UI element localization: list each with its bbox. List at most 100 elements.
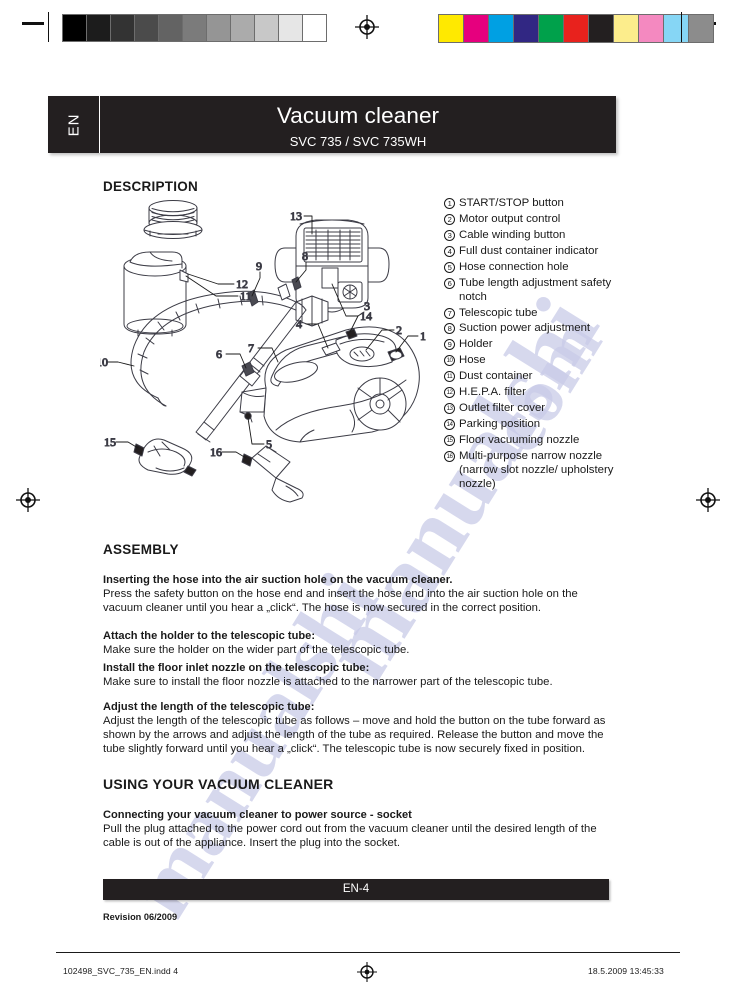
- revision-label: Revision 06/2009: [103, 912, 178, 922]
- vacuum-body-main: [239, 326, 420, 443]
- calibration-swatch: [206, 14, 231, 42]
- part-label-14: Parking position: [459, 418, 541, 431]
- part-number-8: 8: [444, 323, 455, 335]
- part-item-16: 16 Multi-purpose narrow nozzle (narrow sl…: [444, 450, 624, 491]
- callout-5: 5: [266, 437, 272, 451]
- calibration-swatch: [588, 14, 614, 43]
- part-item-15: 15 Floor vacuuming nozzle: [444, 434, 624, 448]
- calibration-swatch: [254, 14, 279, 42]
- calibration-swatch: [513, 14, 539, 43]
- callout-2: 2: [396, 323, 402, 337]
- part-number-10: 10: [444, 355, 455, 367]
- assembly-body-3: Adjust the length of the telescopic tube…: [103, 715, 606, 756]
- part-label-3: Cable winding button: [459, 228, 566, 241]
- parts-legend-list: 1 START/STOP button 2 Motor output control 3…: [444, 197, 624, 494]
- part-label-12: H.E.P.A. filter: [459, 386, 526, 399]
- assembly-body-2: Make sure to install the floor nozzle is…: [103, 676, 553, 689]
- part-item-3: 3 Cable winding button: [444, 229, 624, 243]
- part-number-badge: 1: [444, 197, 459, 211]
- part-number-badge: 3: [444, 229, 459, 243]
- calibration-swatch: [278, 14, 303, 42]
- calibration-tick-right: [681, 12, 682, 42]
- floor-nozzle-part: [133, 438, 197, 477]
- assembly-body-1: Make sure the holder on the wider part o…: [103, 644, 410, 657]
- part-number-13: 13: [444, 403, 455, 415]
- part-number-badge: 15: [444, 434, 459, 448]
- dust-container-part: [123, 251, 189, 337]
- assembly-lead-3: Adjust the length of the telescopic tube…: [103, 701, 315, 713]
- page-subtitle: SVC 735 / SVC 735WH: [289, 133, 427, 149]
- part-number-badge: 6: [444, 277, 459, 291]
- part-item-6: 6 Tube length adjustment safety notch: [444, 277, 624, 304]
- registration-mark-left-middle: [16, 488, 40, 512]
- assembly-block-3: Adjust the length of the telescopic tube…: [103, 700, 609, 756]
- part-label-7: Telescopic tube: [459, 306, 538, 319]
- calibration-swatch: [438, 14, 464, 43]
- part-number-9: 9: [444, 339, 455, 351]
- calibration-swatch: [613, 14, 639, 43]
- crop-mark-top-left: [22, 22, 44, 25]
- part-label-8: Suction power adjustment: [459, 322, 591, 335]
- header-title-group: Vacuum cleaner SVC 735 / SVC 735WH: [100, 96, 616, 153]
- rear-body-view: [274, 219, 390, 313]
- part-number-badge: 8: [444, 322, 459, 336]
- callout-16: 16: [210, 445, 222, 459]
- part-number-2: 2: [444, 213, 455, 225]
- calibration-swatch: [62, 14, 87, 42]
- part-label-13: Outlet filter cover: [459, 402, 546, 415]
- callout-15: 15: [104, 435, 116, 449]
- part-number-badge: 7: [444, 307, 459, 321]
- assembly-lead-2: Install the floor inlet nozzle on the te…: [103, 662, 370, 674]
- part-number-3: 3: [444, 229, 455, 241]
- registration-mark-right-middle: [696, 488, 720, 512]
- callout-1: 1: [420, 329, 426, 343]
- callout-9: 9: [256, 259, 262, 273]
- part-number-14: 14: [444, 419, 455, 431]
- assembly-block-0: Inserting the hose into the air suction …: [103, 573, 609, 615]
- calibration-swatch: [134, 14, 159, 42]
- part-number-badge: 4: [444, 245, 459, 259]
- language-tab-label: EN: [65, 113, 82, 136]
- part-item-1: 1 START/STOP button: [444, 197, 624, 211]
- callout-3: 3: [364, 299, 370, 313]
- part-number-12: 12: [444, 387, 455, 399]
- part-number-15: 15: [444, 435, 455, 447]
- calibration-swatch: [538, 14, 564, 43]
- calibration-swatch: [230, 14, 255, 42]
- calibration-swatch: [182, 14, 207, 42]
- part-number-badge: 5: [444, 261, 459, 275]
- using-block-0: Connecting your vacuum cleaner to power …: [103, 808, 609, 850]
- part-number-5: 5: [444, 261, 455, 273]
- part-number-badge: 13: [444, 402, 459, 416]
- part-number-4: 4: [444, 245, 455, 257]
- using-heading: USING YOUR VACUUM CLEANER: [103, 776, 334, 792]
- part-label-16: Multi-purpose narrow nozzle (narrow slot…: [459, 450, 614, 490]
- narrow-nozzle-part: [241, 445, 304, 503]
- assembly-block-2: Install the floor inlet nozzle on the te…: [103, 661, 609, 689]
- calibration-swatch: [563, 14, 589, 43]
- assembly-block-1: Attach the holder to the telescopic tube…: [103, 629, 609, 657]
- calibration-swatch: [110, 14, 135, 42]
- calibration-swatch: [158, 14, 183, 42]
- page-header-bar: EN Vacuum cleaner SVC 735 / SVC 735WH: [48, 96, 616, 153]
- part-number-7: 7: [444, 307, 455, 319]
- part-item-7: 7 Telescopic tube: [444, 307, 624, 321]
- part-number-1: 1: [444, 198, 455, 209]
- calibration-swatch: [638, 14, 664, 43]
- callout-13: 13: [290, 209, 302, 223]
- calibration-swatch: [463, 14, 489, 43]
- calibration-swatch: [488, 14, 514, 43]
- part-item-10: 10 Hose: [444, 354, 624, 368]
- assembly-lead-1: Attach the holder to the telescopic tube…: [103, 630, 316, 642]
- part-number-badge: 12: [444, 386, 459, 400]
- part-number-badge: 16: [444, 450, 459, 464]
- part-item-13: 13 Outlet filter cover: [444, 402, 624, 416]
- registration-mark-bottom-center: [355, 960, 379, 984]
- hepa-filter-part: [143, 200, 203, 239]
- page-title: Vacuum cleaner: [276, 103, 440, 128]
- part-label-6: Tube length adjustment safety notch: [459, 276, 612, 303]
- part-number-badge: 10: [444, 354, 459, 368]
- part-item-11: 11 Dust container: [444, 370, 624, 384]
- part-label-5: Hose connection hole: [459, 260, 569, 273]
- part-item-9: 9 Holder: [444, 338, 624, 352]
